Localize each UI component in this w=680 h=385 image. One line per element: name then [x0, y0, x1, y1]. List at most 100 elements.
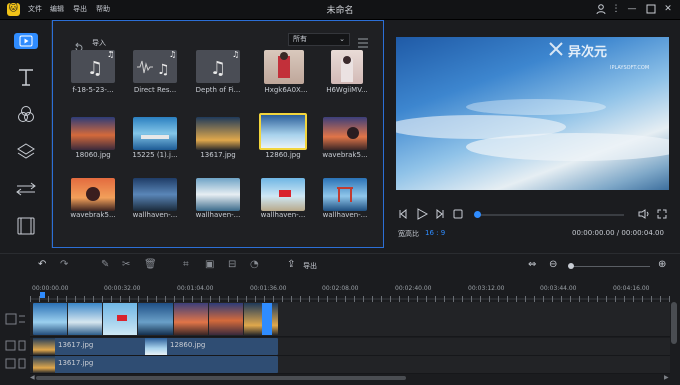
maximize-icon[interactable] [645, 3, 657, 15]
zoom-out-icon[interactable]: ⊖ [549, 259, 557, 270]
media-thumb[interactable] [323, 117, 367, 150]
export-icon[interactable]: ⇪ [287, 259, 295, 270]
duration-icon[interactable]: ◔ [250, 259, 259, 270]
sky-clouds [396, 99, 669, 161]
ruler-label: 00:01:36.00 [250, 285, 287, 292]
playhead-marker[interactable] [40, 292, 45, 298]
import-button[interactable]: 导入 [92, 38, 106, 48]
text-tool-icon[interactable] [12, 66, 40, 88]
playback-time: 00:00:00.00 / 00:00:04.00 [572, 229, 664, 237]
chevron-down-icon: ⌄ [339, 35, 345, 43]
media-label: wavebrak5... [322, 151, 368, 159]
media-thumb[interactable] [133, 178, 177, 211]
menu-help[interactable]: 帮助 [96, 4, 110, 14]
zoom-slider-track[interactable] [570, 266, 650, 267]
volume-icon[interactable] [638, 209, 650, 222]
speed-icon[interactable]: ⊟ [228, 259, 236, 270]
clip-frame [103, 303, 138, 335]
track-overlay-icon [4, 358, 28, 372]
close-icon[interactable]: ✕ [662, 3, 674, 15]
transition-tool-icon[interactable] [12, 178, 40, 200]
media-label: 18060.jpg [75, 151, 111, 159]
media-thumb[interactable] [323, 178, 367, 211]
clip-frame [173, 303, 208, 335]
media-label: Direct Res... [133, 86, 177, 94]
clip-label: 13617.jpg [58, 359, 94, 367]
redo-icon[interactable]: ↷ [60, 259, 68, 270]
ruler-label: 00:02:40.00 [395, 285, 432, 292]
scroll-right-icon[interactable]: ▶ [664, 374, 669, 381]
media-thumb[interactable] [196, 178, 240, 211]
minimize-icon[interactable]: — [626, 3, 638, 15]
track-video-icon [4, 312, 28, 328]
cut-icon[interactable]: ✂ [122, 259, 130, 270]
watermark-text: 异次元 [568, 45, 608, 60]
stop-icon[interactable] [453, 209, 463, 222]
fullscreen-icon[interactable] [657, 209, 667, 222]
more-icon[interactable]: ⋮ [610, 3, 622, 15]
clip-frame [208, 303, 243, 335]
menu-edit[interactable]: 编辑 [50, 4, 64, 14]
timeline-export-button[interactable]: 导出 [303, 261, 317, 271]
ruler-label: 00:02:08.00 [322, 285, 359, 292]
media-thumb[interactable] [71, 178, 115, 211]
aspect-ratio-value[interactable]: 16 : 9 [425, 229, 445, 237]
media-label: wavebrak5... [70, 211, 116, 219]
media-filter-select[interactable]: 所有 ⌄ [288, 33, 350, 46]
prev-frame-icon[interactable] [398, 208, 408, 222]
media-label: wallhaven-... [322, 211, 368, 219]
clip-edge-handle[interactable] [262, 303, 272, 335]
zoom-in-icon[interactable]: ⊕ [658, 259, 666, 270]
media-label: 15225 (1).j... [132, 151, 178, 159]
playback-progress-handle[interactable] [474, 211, 481, 218]
menu-export[interactable]: 导出 [73, 4, 87, 14]
timeline-vertical-scrollbar[interactable] [671, 302, 677, 344]
media-thumb[interactable] [261, 178, 305, 211]
scroll-left-icon[interactable]: ◀ [30, 374, 35, 381]
media-thumb-selected[interactable] [259, 113, 307, 150]
clip-thumb [145, 338, 167, 355]
crop-icon[interactable]: ⌗ [183, 259, 189, 270]
ruler-label: 00:01:04.00 [177, 285, 214, 292]
media-thumb[interactable] [196, 117, 240, 150]
import-icon[interactable] [74, 37, 84, 52]
fit-timeline-icon[interactable]: ⇔ [528, 259, 536, 270]
media-label: wallhaven-... [132, 211, 178, 219]
ruler-label: 00:03:12.00 [468, 285, 505, 292]
filter-tool-icon[interactable] [12, 104, 40, 126]
playback-progress-track[interactable] [476, 214, 624, 216]
svg-text:♫: ♫ [210, 58, 226, 79]
music-note-icon: ♫ [107, 50, 115, 59]
film-tool-icon[interactable] [12, 215, 40, 237]
next-frame-icon[interactable] [435, 208, 445, 222]
filter-value: 所有 [293, 35, 307, 43]
timeline-horizontal-scrollbar[interactable] [36, 376, 406, 380]
media-label: 13617.jpg [200, 151, 236, 159]
svg-text:♫: ♫ [157, 62, 170, 78]
media-label: H6WgiiMV... [326, 86, 368, 94]
undo-icon[interactable]: ↶ [38, 259, 46, 270]
media-label: wallhaven-... [195, 211, 241, 219]
svg-text:♫: ♫ [87, 58, 103, 79]
edit-icon[interactable]: ✎ [101, 259, 109, 270]
media-thumb[interactable] [331, 50, 363, 84]
video-clip-strip[interactable] [33, 303, 278, 335]
ruler-label: 00:04:16.00 [613, 285, 650, 292]
play-icon[interactable] [416, 208, 429, 223]
zoom-slider-handle[interactable] [568, 263, 574, 269]
media-thumb[interactable] [71, 117, 115, 150]
media-thumb[interactable] [133, 117, 177, 150]
user-icon[interactable] [595, 3, 607, 15]
media-tab-icon[interactable] [14, 33, 38, 49]
overlay-tool-icon[interactable] [12, 141, 40, 163]
watermark-logo-icon [548, 41, 564, 57]
track-overlay-icon [4, 340, 28, 354]
watermark-url: IPLAYSOFT.COM [610, 65, 650, 71]
media-label: Hxgk6A0X... [264, 86, 308, 94]
menu-file[interactable]: 文件 [28, 4, 42, 14]
list-view-icon[interactable] [357, 34, 369, 48]
mosaic-icon[interactable]: ▣ [205, 259, 214, 270]
media-thumb[interactable] [264, 50, 304, 84]
delete-icon[interactable]: 🗑 [144, 259, 157, 270]
left-toolbar [0, 20, 52, 248]
